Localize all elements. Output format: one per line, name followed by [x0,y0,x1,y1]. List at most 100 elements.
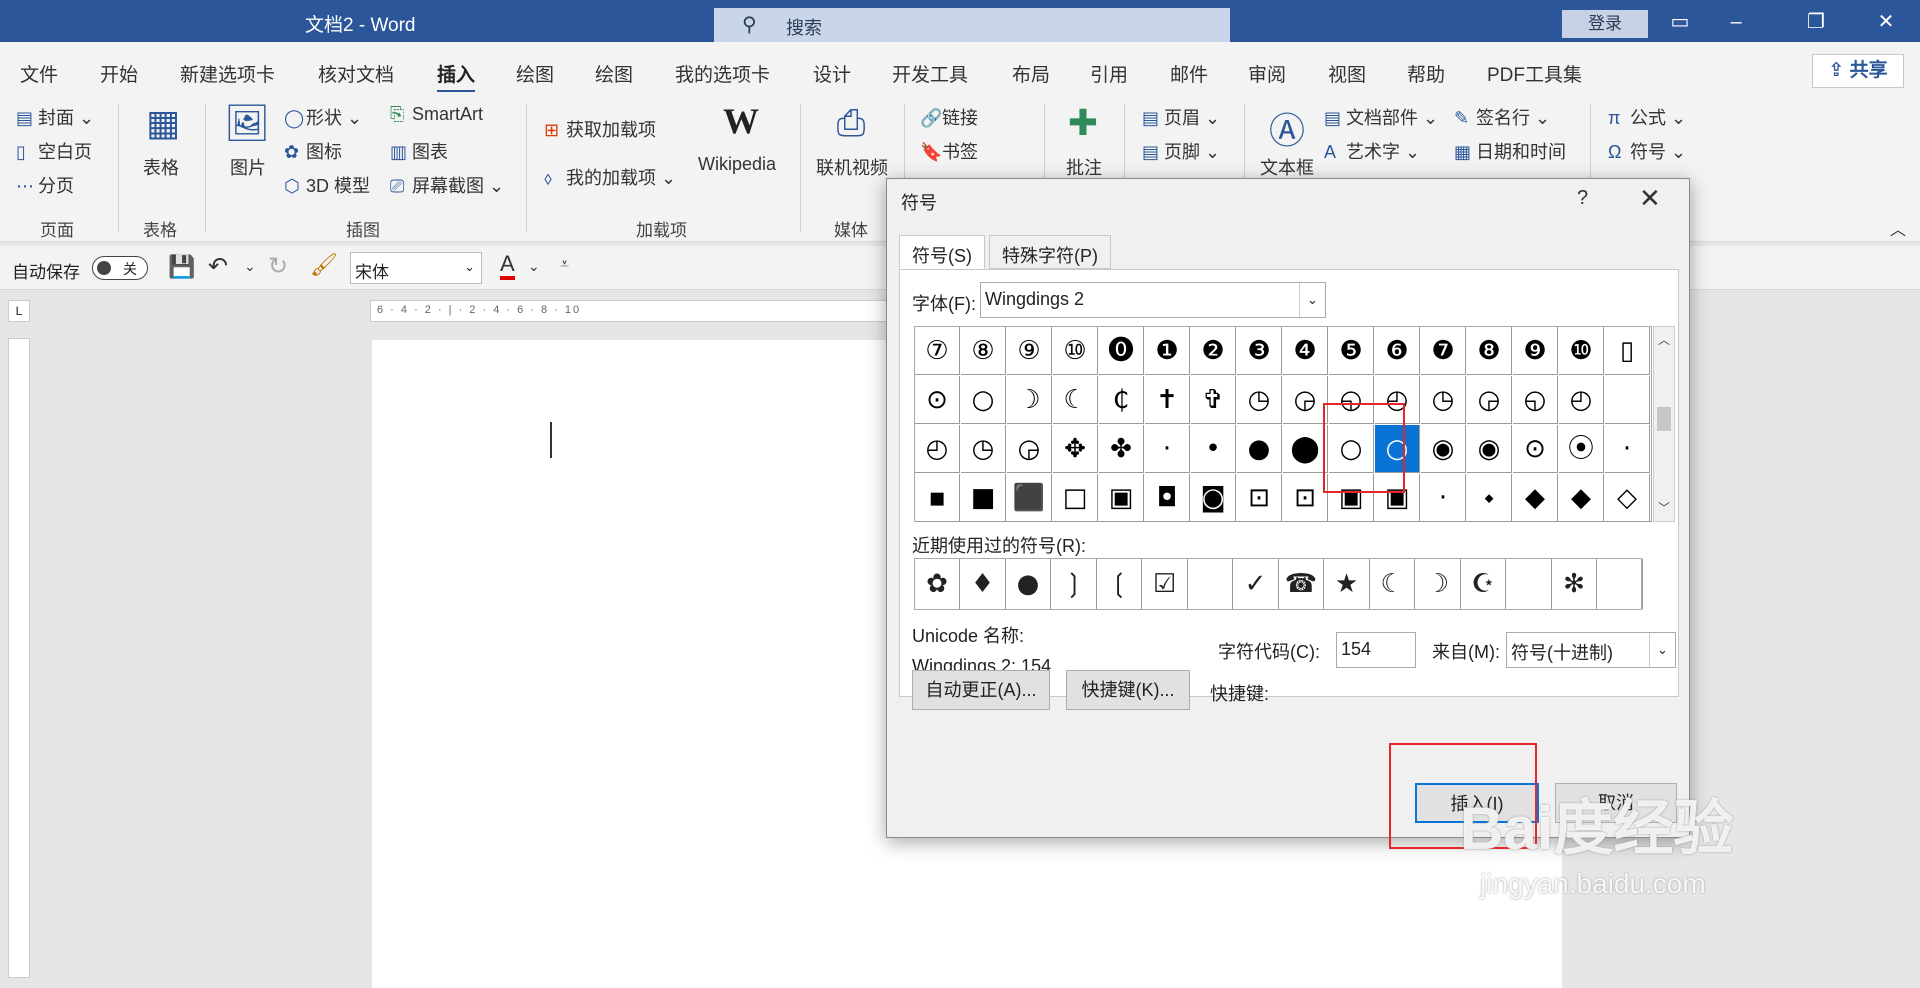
symbol-cell[interactable]: ◶ [1007,425,1052,473]
symbol-cell[interactable]: ◴ [1559,376,1604,424]
tab-symbols[interactable]: 符号(S) [899,235,985,269]
link-button[interactable]: 🔗链接 [920,104,978,130]
tab-file[interactable]: 文件 [20,60,58,87]
tab-layout[interactable]: 布局 [1012,60,1050,87]
font-name-select[interactable]: 宋体 ⌄ [350,252,482,284]
from-select[interactable]: 符号(十进制) ⌄ [1506,632,1676,668]
symbol-cell[interactable]: ◉ [1467,425,1512,473]
symbol-cell[interactable]: ⬛ [1007,474,1052,522]
tab-selector-icon[interactable]: L [8,300,30,322]
recent-symbol-cell[interactable]: ♦ [961,559,1006,609]
tab-insert[interactable]: 插入 [437,60,476,93]
symbol-cell[interactable]: ☾ [1053,376,1098,424]
tab-design[interactable]: 设计 [813,60,851,87]
grid-scrollbar[interactable]: ︿ ﹀ [1653,326,1675,522]
shortcut-key-button[interactable]: 快捷键(K)... [1066,670,1190,710]
format-painter-icon[interactable]: 🖌 [310,252,338,278]
close-icon[interactable]: ✕ [1866,8,1906,36]
bookmark-button[interactable]: 🔖书签 [920,138,978,164]
tab-my[interactable]: 我的选项卡 [675,60,770,87]
recent-symbol-cell[interactable]: ★ [1325,559,1370,609]
my-addins-button[interactable]: ⬨ 我的加载项 ⌄ [544,164,676,190]
recent-symbol-cell[interactable]: ✿ [915,559,960,609]
symbol-cell[interactable]: ◆ [1513,474,1558,522]
symbol-cell[interactable]: ◆ [1559,474,1604,522]
symbol-cell[interactable]: ○ [961,376,1006,424]
table-button[interactable]: 表格 [143,154,179,180]
comment-button[interactable]: 批注 [1066,154,1102,180]
symbol-button[interactable]: Ω 符号 ⌄ [1608,138,1686,164]
tab-help[interactable]: 帮助 [1407,60,1445,87]
symbol-cell[interactable]: ◷ [961,425,1006,473]
symbol-cell[interactable]: · [1605,425,1650,473]
scroll-up-icon[interactable]: ︿ [1658,331,1670,348]
symbol-cell[interactable]: ▪ [915,474,960,522]
autocorrect-button[interactable]: 自动更正(A)... [912,670,1050,710]
symbol-cell[interactable]: ◵ [1513,376,1558,424]
help-button[interactable]: ? [1577,187,1588,210]
symbol-cell[interactable]: ◶ [1467,376,1512,424]
cover-button[interactable]: ▤ 封面 ⌄ [16,104,94,130]
wikipedia-button[interactable]: Wikipedia [698,154,776,175]
recent-symbol-cell[interactable] [1188,559,1233,609]
picture-button[interactable]: 图片 [230,154,266,180]
symbol-cell[interactable]: ❼ [1421,327,1466,375]
wordart-button[interactable]: A 艺术字 ⌄ [1324,138,1420,164]
symbol-cell[interactable]: ◇ [1605,474,1650,522]
tab-draw-1[interactable]: 绘图 [516,60,554,87]
symbol-cell[interactable]: ❺ [1329,327,1374,375]
tab-draw-2[interactable]: 绘图 [595,60,633,87]
symbol-cell[interactable]: ◘ [1145,474,1190,522]
font-color-dropdown-icon[interactable]: ⌄ [528,258,540,275]
symbol-cell[interactable]: ⬤ [1283,425,1328,473]
minimize-icon[interactable]: – [1716,8,1756,36]
symbol-cell[interactable]: ⬩ [1467,474,1512,522]
symbol-cell[interactable]: ✝ [1145,376,1190,424]
symbol-cell[interactable]: ❻ [1375,327,1420,375]
footer-button[interactable]: ▤ 页脚 ⌄ [1142,138,1220,164]
symbol-cell[interactable]: ⊙ [915,376,960,424]
recent-symbol-cell[interactable]: ☪ [1461,559,1506,609]
tab-developer[interactable]: 开发工具 [892,60,968,87]
tab-review-doc[interactable]: 核对文档 [318,60,394,87]
customize-qat-icon[interactable]: ⩡ [560,256,569,274]
symbol-cell[interactable]: ◷ [1237,376,1282,424]
recent-symbol-cell[interactable]: ✻ [1552,559,1597,609]
font-select[interactable]: Wingdings 2 ⌄ [980,282,1326,318]
symbol-cell[interactable]: ❸ [1237,327,1282,375]
symbol-cell[interactable] [1605,376,1650,424]
undo-dropdown-icon[interactable]: ⌄ [244,258,256,275]
smartart-button[interactable]: ⎘ SmartArt [390,104,483,125]
equation-button[interactable]: π 公式 ⌄ [1608,104,1686,130]
symbol-cell[interactable]: ✥ [1053,425,1098,473]
shapes-button[interactable]: ◯ 形状 ⌄ [284,104,362,130]
icons-button[interactable]: ✿ 图标 [284,138,342,164]
autosave-toggle[interactable]: 关 [92,256,148,280]
symbol-cell[interactable]: ⓿ [1099,327,1144,375]
symbol-cell[interactable]: ⑩ [1053,327,1098,375]
restore-icon[interactable]: ❐ [1796,8,1836,36]
symbol-cell[interactable]: ◉ [1421,425,1466,473]
textbox-button[interactable]: 文本框 [1260,154,1314,180]
symbol-cell[interactable]: ❹ [1283,327,1328,375]
get-addins-button[interactable]: ⊞ 获取加载项 [544,116,656,142]
symbol-cell[interactable]: ✤ [1099,425,1144,473]
page-break-button[interactable]: ⋯ 分页 [16,172,74,198]
redo-icon[interactable]: ↻ [268,252,288,281]
ribbon-display-icon[interactable]: ▭ [1660,8,1700,36]
recent-symbol-cell[interactable]: ☽ [1416,559,1461,609]
3d-model-button[interactable]: ⬡ 3D 模型 [284,172,370,198]
charcode-field[interactable]: 154 [1336,632,1416,668]
share-button[interactable]: ⇪ 共享 [1812,54,1904,88]
signature-line-button[interactable]: ✎ 签名行 ⌄ [1454,104,1550,130]
recent-symbol-cell[interactable]: ✓ [1234,559,1279,609]
symbol-cell[interactable]: • [1191,425,1236,473]
blank-page-button[interactable]: ▯ 空白页 [16,138,92,164]
chart-button[interactable]: ▥ 图表 [390,138,448,164]
symbol-cell[interactable]: ₵ [1099,376,1144,424]
horizontal-ruler[interactable]: 6 · 4 · 2 · | · 2 · 4 · 6 · 8 · 10 [370,300,890,322]
symbol-cell[interactable]: ▣ [1099,474,1144,522]
symbol-cell[interactable]: ✞ [1191,376,1236,424]
symbol-cell[interactable]: □ [1053,474,1098,522]
tab-review[interactable]: 审阅 [1248,60,1286,87]
